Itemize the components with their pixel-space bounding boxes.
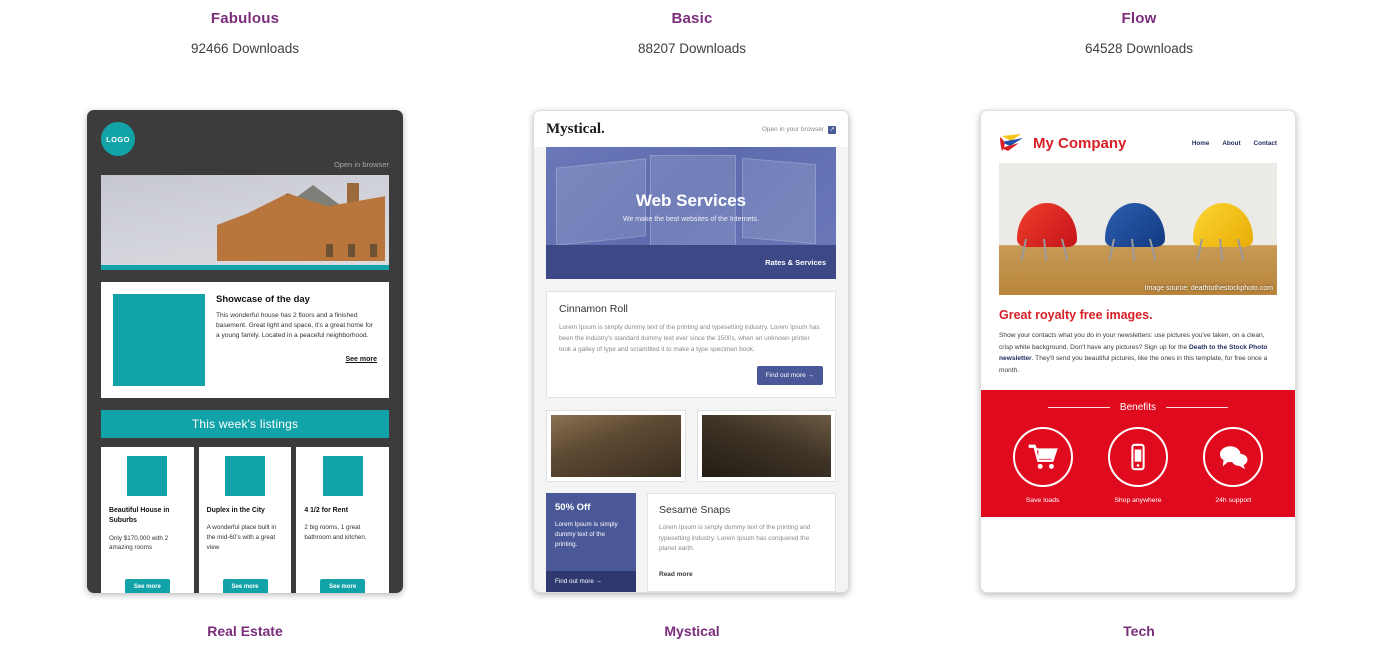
photo-row (546, 409, 836, 482)
listing-description: A wonderful place built in the mid-60's … (206, 524, 277, 551)
promo-block: 50% Off Lorem Ipsum is simply dummy text… (546, 492, 636, 592)
open-in-browser-label: Open in your browser (761, 126, 824, 133)
listing-description: Only $170,000 with 2 amazing rooms (109, 534, 169, 552)
logo-badge: LOGO (101, 122, 135, 156)
photo-frame (546, 409, 686, 482)
mystical-wordmark: Mystical. (546, 121, 605, 137)
listing-see-more-button[interactable]: See more (124, 579, 170, 593)
hero-subtitle: We make the best websites of the Interne… (622, 216, 760, 223)
secondary-article-body: Lorem Ipsum is simply dummy text of the … (659, 523, 811, 553)
company-name: My Company (1033, 134, 1127, 152)
column-downloads-2: 88207 Downloads (637, 41, 747, 56)
benefits-section: Benefits Save loads Shop anywhere 24h su… (981, 390, 1295, 518)
kitten-photo-left (551, 414, 681, 477)
column-title-2: Basic (671, 10, 713, 27)
blue-chair (1105, 203, 1165, 261)
showcase-body: This wonderful house has 2 floors and a … (216, 312, 374, 340)
template-gallery: Fabulous 92466 Downloads Basic 88207 Dow… (0, 0, 1381, 651)
article-block: Cinnamon Roll Lorem Ipsum is simply dumm… (546, 291, 836, 398)
column-downloads-3: 64528 Downloads (1084, 41, 1194, 56)
listing-title: Beautiful House in Suburbs (109, 507, 170, 525)
hero-bottom-bar: Rates & Services (546, 245, 836, 279)
column-downloads-1: 92466 Downloads (190, 41, 300, 56)
hero-chairs-photo: Image source: deathtothestockphoto.com (999, 163, 1277, 295)
showcase-see-more-link[interactable]: See more (216, 356, 377, 363)
secondary-article-title: Sesame Snaps (659, 503, 731, 516)
find-out-more-button[interactable]: Find out more → (756, 365, 823, 385)
listing-card[interactable]: Duplex in the City A wonderful place bui… (198, 447, 292, 593)
rates-services-link[interactable]: Rates & Services (765, 258, 826, 267)
read-more-link[interactable]: Read more (659, 571, 693, 578)
article-body: Lorem Ipsum is simply dummy text of the … (559, 324, 820, 353)
tech-body-part-2: . They'll send you beautiful pictures, l… (999, 355, 1268, 374)
tech-headline: Great royalty free images. (999, 308, 1153, 322)
red-chair (1017, 203, 1077, 261)
mobile-phone-icon (1107, 427, 1168, 488)
benefits-row: Save loads Shop anywhere 24h support (995, 427, 1281, 504)
column-footer-2: Mystical (664, 623, 720, 639)
template-preview-real-estate[interactable]: LOGO Open in browser Showcase of the day… (87, 110, 403, 593)
column-footer-1: Real Estate (207, 623, 283, 639)
speech-bubbles-icon (1203, 427, 1264, 488)
promo-body: Lorem Ipsum is simply dummy text of the … (555, 520, 618, 549)
hero-house-photo (101, 175, 389, 265)
listing-thumbnail (322, 456, 363, 496)
nav-item-about[interactable]: About (1222, 140, 1240, 147)
external-link-icon: ↗ (828, 125, 836, 134)
benefits-header: Benefits (995, 402, 1281, 413)
weekly-listings-banner: This week's listings (101, 410, 389, 438)
benefit-label: 24h support (1215, 497, 1252, 505)
template-preview-tech[interactable]: My Company Home About Contact Image sour… (980, 110, 1296, 593)
tech-header: My Company Home About Contact (981, 111, 1295, 163)
listings-row: Beautiful House in Suburbs Only $170,000… (101, 447, 390, 593)
photo-credit: Image source: deathtothestockphoto.com (1144, 285, 1273, 292)
listing-card[interactable]: Beautiful House in Suburbs Only $170,000… (101, 447, 194, 593)
listing-see-more-button[interactable]: See more (320, 579, 366, 593)
listing-thumbnail (225, 456, 265, 496)
rule-right (1166, 407, 1229, 409)
tech-copy: Great royalty free images. Show your con… (981, 295, 1295, 390)
listing-title: 4 1/2 for Rent (304, 507, 348, 514)
listing-card[interactable]: 4 1/2 for Rent 2 big rooms, 1 great bath… (296, 447, 390, 593)
template-preview-mystical[interactable]: Mystical. Open in your browser ↗ Web Ser… (533, 110, 849, 593)
shopping-cart-icon (1012, 427, 1073, 488)
showcase-section: Showcase of the day This wonderful house… (101, 282, 389, 398)
benefits-title: Benefits (1119, 402, 1157, 414)
benefit-label: Shop anywhere (1114, 497, 1162, 505)
yellow-chair (1193, 203, 1253, 261)
rule-left (1047, 407, 1110, 409)
open-in-browser-link[interactable]: Open in your browser ↗ (761, 125, 836, 134)
benefit-item: Save loads (1012, 427, 1073, 505)
benefit-item: Shop anywhere (1107, 427, 1168, 505)
kitten-photo-right (701, 414, 831, 477)
secondary-article-block: Sesame Snaps Lorem Ipsum is simply dummy… (647, 492, 836, 592)
nav-item-contact[interactable]: Contact (1254, 140, 1277, 147)
hero-title: Web Services (635, 191, 747, 210)
column-title-1: Fabulous (210, 10, 280, 27)
showcase-heading: Showcase of the day (216, 294, 310, 305)
showcase-image-placeholder (113, 294, 205, 386)
column-title-3: Flow (1121, 10, 1157, 27)
listing-title: Duplex in the City (206, 507, 265, 514)
photo-frame (696, 409, 836, 482)
listing-description: 2 big rooms, 1 great bathroom and kitche… (304, 524, 367, 542)
hero-web-services: Web Services We make the best websites o… (546, 147, 836, 279)
listing-see-more-button[interactable]: See more (222, 579, 268, 593)
teal-divider (101, 265, 389, 270)
listing-thumbnail (127, 456, 168, 496)
open-in-browser-link[interactable]: Open in browser (101, 160, 389, 169)
promo-title: 50% Off (555, 501, 591, 513)
bottom-row: 50% Off Lorem Ipsum is simply dummy text… (546, 492, 836, 592)
column-footer-3: Tech (1123, 623, 1155, 639)
article-title: Cinnamon Roll (559, 303, 628, 315)
company-logo-icon (999, 133, 1025, 153)
benefit-item: 24h support (1203, 427, 1264, 505)
promo-find-out-more-link[interactable]: Find out more → (546, 571, 636, 592)
benefit-label: Save loads (1025, 497, 1060, 505)
mystical-header: Mystical. Open in your browser ↗ (534, 111, 848, 147)
nav-item-home[interactable]: Home (1192, 140, 1210, 147)
tech-nav: Home About Contact (1192, 140, 1277, 147)
